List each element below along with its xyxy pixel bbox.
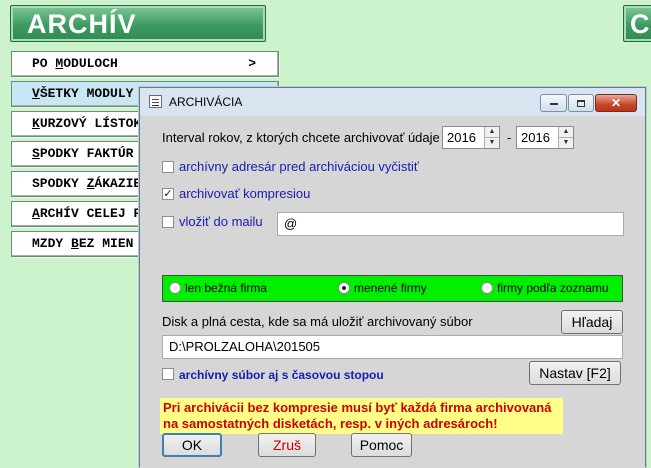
year-from-value: 2016 [447,130,476,145]
menu-item-label: MZDY [32,236,72,251]
clear-directory-label[interactable]: archívny adresár pred archiváciou vyčist… [179,159,419,174]
interval-label: Interval rokov, z ktorých chcete archivo… [162,130,440,145]
year-from-spinner[interactable]: 2016 ▲ ▼ [442,126,500,149]
mail-label[interactable]: vložiť do mailu [179,214,263,229]
menu-item-hotkey: V [32,86,40,101]
spin-up-icon[interactable]: ▲ [485,127,499,137]
checkmark-icon: ✓ [163,188,173,200]
radio-len-bezna-firma[interactable] [169,282,181,294]
menu-item-label: EZ MIEN [78,236,134,251]
timestamp-checkbox[interactable] [162,368,174,380]
maximize-button[interactable] [568,94,594,112]
spin-down-icon[interactable]: ▼ [559,137,573,147]
minimize-button[interactable] [540,94,567,112]
cancel-button[interactable]: Zruš [258,433,316,457]
radio-firmy-podla-zoznamu[interactable] [481,282,493,294]
year-to-spinner[interactable]: 2016 ▲ ▼ [516,126,574,149]
warning-line-1: Pri archivácii bez kompresie musí byť ka… [163,400,552,415]
help-button[interactable]: Pomoc [351,433,412,457]
browse-button[interactable]: Hľadaj [561,310,623,334]
mail-checkbox[interactable] [162,216,174,228]
menu-item-label: ODULOCH [63,56,118,71]
archivation-dialog: ARCHIVÁCIA ✕ Interval rokov, z ktorých c… [139,87,646,468]
menu-item-label: URZOVÝ LÍSTOK [39,116,142,131]
firm-scope-radio-group: len bežná firma menené firmy firmy podľa… [162,275,623,302]
app-window-icon [149,95,162,108]
spin-up-icon[interactable]: ▲ [559,127,573,137]
year-to-spin-buttons[interactable]: ▲ ▼ [558,127,573,148]
maximize-icon [577,100,585,107]
menu-item-hotkey: S [32,146,40,161]
menu-item-hotkey: A [32,206,40,221]
year-to-value: 2016 [521,130,550,145]
spin-down-icon[interactable]: ▼ [485,137,499,147]
menu-item-label: ŠETKY MODULY [39,86,134,101]
menu-item-label: PO [32,56,56,71]
right-banner-text: C [630,9,650,39]
year-separator: - [507,130,512,145]
clear-directory-checkbox[interactable] [162,161,174,173]
compression-warning: Pri archivácii bez kompresie musí byť ka… [160,398,563,434]
app-title: ARCHÍV [27,9,137,39]
warning-line-2: na samostatných disketách, resp. v iných… [163,416,498,431]
ok-button[interactable]: OK [162,433,222,457]
menu-item-label: SPODKY [32,176,87,191]
dialog-body: Interval rokov, z ktorých chcete archivo… [140,116,645,468]
path-label: Disk a plná cesta, kde sa má uložiť arch… [162,314,473,329]
menu-item-hotkey: B [71,236,79,251]
menu-item-label: PODKY FAKTÚR [39,146,134,161]
menu-item-po-moduloch[interactable]: PO MODULOCH > [11,51,279,77]
path-input[interactable]: D:\PROLZALOHA\201505 [162,335,623,359]
submenu-arrow-icon: > [248,56,256,71]
radio-menene-firmy[interactable] [338,282,350,294]
dialog-title: ARCHIVÁCIA [169,95,243,109]
menu-item-hotkey: K [32,116,40,131]
compression-checkbox[interactable]: ✓ [162,188,174,200]
close-button[interactable]: ✕ [595,94,637,112]
radio-label-menene-firmy[interactable]: menené firmy [354,281,427,295]
close-icon: ✕ [610,96,622,110]
minimize-icon [549,103,558,105]
right-title-banner: C [623,5,651,42]
compression-label[interactable]: archivovať kompresiou [179,186,310,201]
radio-label-len-bezna-firma[interactable]: len bežná firma [185,281,267,295]
radio-label-firmy-podla-zoznamu[interactable]: firmy podľa zoznamu [497,281,609,295]
year-from-spin-buttons[interactable]: ▲ ▼ [484,127,499,148]
dialog-titlebar[interactable]: ARCHIVÁCIA ✕ [140,88,645,116]
timestamp-label[interactable]: archívny súbor aj s časovou stopou [179,368,384,382]
mail-input[interactable]: @ [277,212,624,236]
setup-button[interactable]: Nastav [F2] [529,361,621,385]
app-title-banner: ARCHÍV [10,5,266,42]
